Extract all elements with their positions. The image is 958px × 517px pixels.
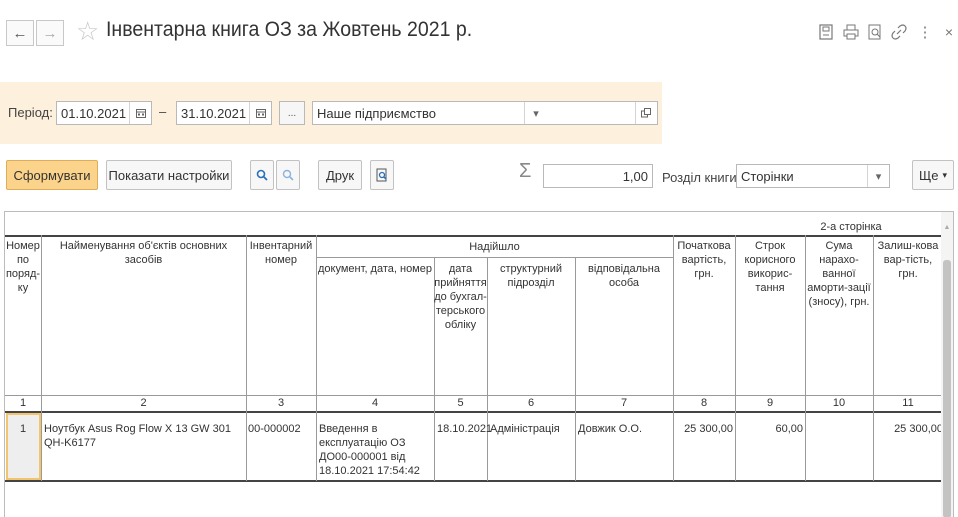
col-number: 9 (766, 397, 774, 409)
header-inventory: Інвентарний номер (249, 240, 313, 266)
sum-field: 1,00 (543, 164, 653, 188)
col-number: 2 (140, 397, 147, 409)
search-icon (256, 169, 268, 181)
row-responsible[interactable]: Довжик О.О. (578, 422, 672, 436)
printer-icon[interactable] (840, 20, 862, 44)
col-number: 10 (832, 397, 846, 409)
organization-select[interactable]: Наше підприємство ▾ (312, 101, 658, 125)
row-acceptance-date[interactable]: 18.10.2021 (437, 422, 492, 436)
chevron-down-icon[interactable]: ▾ (524, 102, 546, 124)
row-initial-cost[interactable]: 25 300,00 (673, 422, 733, 436)
period-select-button[interactable]: ... (279, 101, 305, 125)
calendar-icon[interactable] (129, 102, 151, 124)
header-useful-life: Строк корисного викорис-тання (744, 240, 796, 294)
section-value: Сторінки (741, 168, 794, 184)
period-label: Період: (8, 105, 53, 120)
report-sheet[interactable]: 2-а сторінка Номер по поряд-ку Найменува… (4, 211, 954, 517)
col-number: 5 (457, 397, 464, 409)
header-document: документ, дата, номер (318, 263, 432, 275)
col-number: 4 (371, 397, 379, 409)
scrollbar-thumb[interactable] (943, 260, 951, 517)
open-icon[interactable] (634, 102, 657, 124)
header-initial-cost: Початкова вартість, грн. (677, 240, 731, 280)
section-select[interactable]: Сторінки ▾ (736, 164, 890, 188)
row-useful-life[interactable]: 60,00 (735, 422, 803, 436)
chevron-down-icon: ▾ (942, 169, 947, 180)
row-number: 1 (19, 423, 27, 435)
link-icon[interactable] (888, 20, 910, 44)
close-icon[interactable]: × (938, 20, 958, 44)
header-department: структурний підрозділ (500, 263, 562, 289)
col-number: 7 (620, 397, 628, 409)
date-to-field[interactable]: 31.10.2021 (176, 101, 272, 125)
more-vertical-icon[interactable]: ⋮ (914, 20, 936, 44)
arrow-right-icon: → (42, 24, 58, 42)
forward-button[interactable]: → (36, 20, 64, 46)
col-number: 11 (902, 397, 914, 409)
row-inventory-number[interactable]: 00-000002 (248, 422, 316, 436)
page-title: Інвентарна книга ОЗ за Жовтень 2021 р. (106, 18, 473, 41)
header-name: Найменування об'єктів основних засобів (59, 240, 228, 266)
header-depreciation: Сума нарахо-ванної аморти-зації (зносу),… (807, 240, 871, 308)
sum-sigma-icon: Σ (519, 160, 532, 182)
row-asset-name[interactable]: Ноутбук Asus Rog Flow X 13 GW 301 QH-K61… (44, 422, 244, 450)
more-label: Ще (919, 167, 939, 183)
search-next-button[interactable] (276, 160, 300, 190)
page-label: 2-а сторінка (820, 221, 882, 233)
row-document[interactable]: Введення в експлуатацію ОЗ ДО00-000001 в… (319, 422, 433, 478)
print-preview-button[interactable] (370, 160, 394, 190)
preview-icon[interactable] (864, 20, 886, 44)
col-number: 1 (19, 397, 27, 409)
search-button[interactable] (250, 160, 274, 190)
date-range-dash: – (159, 104, 167, 119)
save-icon[interactable] (815, 20, 837, 44)
date-from-value: 01.10.2021 (61, 105, 127, 121)
header-responsible: відповідальна особа (588, 263, 660, 289)
organization-value: Наше підприємство (317, 105, 436, 121)
print-preview-icon (376, 168, 387, 182)
show-settings-button[interactable]: Показати настройки (106, 160, 232, 190)
print-button[interactable]: Друк (318, 160, 362, 190)
header-acceptance-date: дата прийняття до бухгал-терського облік… (434, 263, 487, 331)
section-label: Розділ книги: (662, 170, 741, 185)
chevron-down-icon[interactable]: ▾ (867, 165, 889, 187)
header-number: Номер по поряд-ку (5, 240, 41, 294)
col-number: 8 (700, 397, 708, 409)
back-button[interactable]: ← (6, 20, 34, 46)
date-from-field[interactable]: 01.10.2021 (56, 101, 152, 125)
calendar-icon[interactable] (249, 102, 271, 124)
favorite-star-icon[interactable]: ☆ (76, 16, 99, 46)
header-residual: Залиш-кова вар-тість, грн. (877, 240, 939, 280)
header-received: Надійшло (469, 241, 520, 253)
date-to-value: 31.10.2021 (181, 105, 247, 121)
arrow-left-icon: ← (12, 24, 28, 42)
search-refresh-icon (282, 169, 294, 181)
scroll-up-icon[interactable]: ▲ (943, 224, 951, 231)
col-number: 6 (527, 397, 535, 409)
row-residual[interactable]: 25 300,00 (873, 422, 943, 436)
col-number: 3 (277, 397, 285, 409)
more-button[interactable]: Ще ▾ (912, 160, 954, 190)
generate-button[interactable]: Сформувати (6, 160, 98, 190)
row-department[interactable]: Адміністрація (490, 422, 574, 436)
